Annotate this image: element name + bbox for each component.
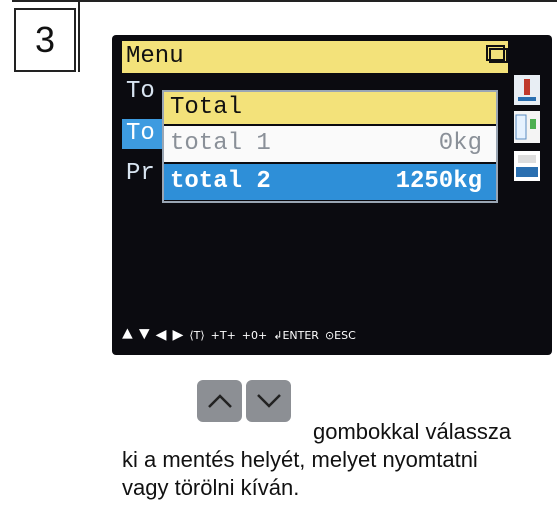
total-item-name: total 1 xyxy=(170,130,271,157)
list-numbers-icon xyxy=(514,111,540,143)
up-button[interactable] xyxy=(197,380,242,422)
chevron-up-icon xyxy=(207,394,232,408)
tare-set-icon: +T+ xyxy=(210,328,236,342)
device-screen: Menu To To Pr Total total 1 0kg total 2 … xyxy=(112,35,552,355)
total-item-value: 1250kg xyxy=(395,168,482,195)
enter-icon: ↲ENTER xyxy=(273,328,319,342)
total-item-name: total 2 xyxy=(170,168,271,195)
printer-icon xyxy=(514,151,540,181)
total-item-2[interactable]: total 2 1250kg xyxy=(164,164,496,200)
left-arrow-icon: ◀ xyxy=(155,326,167,346)
popup-title: Total xyxy=(164,92,496,124)
chevron-down-icon xyxy=(256,394,281,408)
menu-title: Menu xyxy=(122,41,508,73)
tare-icon: ⟨T⟩ xyxy=(189,328,205,342)
total-popup: Total total 1 0kg total 2 1250kg xyxy=(162,90,498,203)
key-hint-bar: ▲ ▼ ◀ ▶ ⟨T⟩ +T+ +0+ ↲ENTER ⊙ESC xyxy=(122,320,542,350)
top-rule xyxy=(12,0,557,2)
esc-icon: ⊙ESC xyxy=(324,328,356,342)
total-item-1[interactable]: total 1 0kg xyxy=(164,126,496,162)
instruction-line-2: ki a mentés helyét, melyet nyomtatni xyxy=(122,447,478,472)
instruction-line-3: vagy törölni kíván. xyxy=(122,475,300,500)
right-arrow-icon: ▶ xyxy=(172,326,184,346)
divider xyxy=(78,0,80,72)
total-item-value: 0kg xyxy=(438,130,482,157)
window-icon xyxy=(486,45,508,63)
down-arrow-icon: ▼ xyxy=(138,325,150,345)
step-number: 3 xyxy=(14,8,76,72)
down-button[interactable] xyxy=(246,380,291,422)
up-arrow-icon: ▲ xyxy=(122,325,133,345)
scale-icon xyxy=(514,75,540,105)
zero-icon: +0+ xyxy=(241,328,268,342)
instruction-line-1: gombokkal válassza xyxy=(313,419,512,444)
side-icons xyxy=(514,75,540,181)
